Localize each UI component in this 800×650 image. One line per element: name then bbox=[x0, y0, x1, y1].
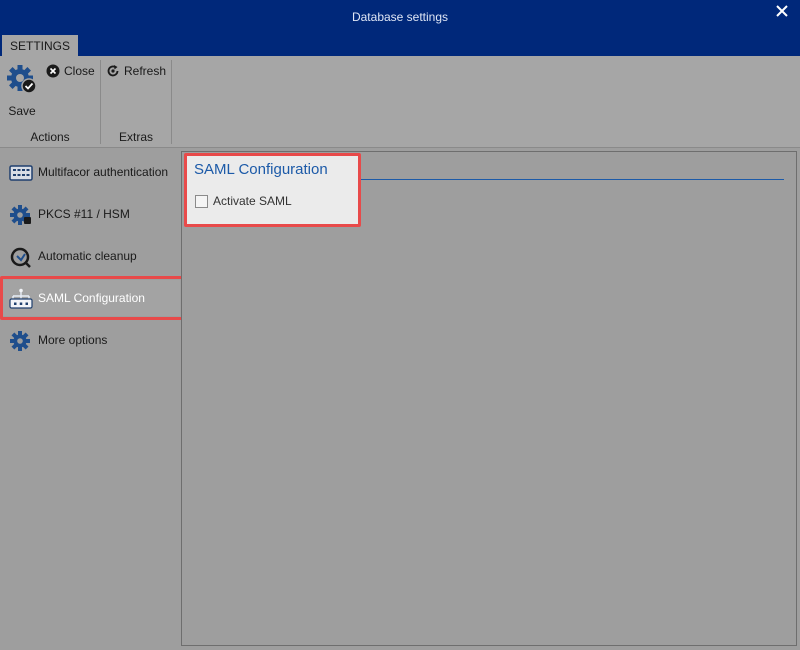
save-button[interactable]: Save bbox=[5, 62, 39, 118]
ribbon: Save Close Actions Refresh Extras bbox=[0, 56, 800, 148]
sidebar-item-label: More options bbox=[38, 333, 108, 347]
sidebar-item-multifactor-authentication[interactable]: Multifacor authentication bbox=[0, 154, 180, 190]
activate-saml-checkbox[interactable] bbox=[195, 194, 208, 208]
tab-settings[interactable]: SETTINGS bbox=[2, 35, 78, 56]
highlight-box-sidebar bbox=[0, 276, 184, 320]
sidebar-item-automatic-cleanup[interactable]: Automatic cleanup bbox=[0, 238, 180, 274]
sidebar-item-more-options[interactable]: More options bbox=[0, 322, 180, 358]
close-button[interactable]: Close bbox=[46, 62, 95, 80]
keypad-icon bbox=[9, 165, 33, 181]
close-circle-icon bbox=[46, 64, 60, 78]
gear-icon bbox=[10, 205, 31, 225]
save-button-label: Save bbox=[8, 104, 36, 118]
cleanup-icon bbox=[10, 247, 31, 268]
refresh-button[interactable]: Refresh bbox=[106, 62, 166, 80]
ribbon-group-label-actions: Actions bbox=[30, 130, 70, 144]
refresh-icon bbox=[107, 65, 119, 77]
sidebar-item-label: PKCS #11 / HSM bbox=[38, 207, 130, 221]
window-title: Database settings bbox=[351, 10, 449, 24]
ribbon-group-extras: Refresh Extras bbox=[101, 56, 171, 148]
gear-check-icon bbox=[7, 65, 37, 94]
refresh-button-label: Refresh bbox=[124, 64, 167, 78]
window-close-button[interactable] bbox=[774, 3, 790, 19]
activate-saml-label: Activate SAML bbox=[213, 194, 292, 208]
title-bar: Database settings SETTINGS bbox=[0, 0, 800, 56]
ribbon-group-label-extras: Extras bbox=[118, 130, 153, 144]
sidebar: Multifacor authentication PKCS #11 / HSM bbox=[0, 148, 180, 650]
sidebar-item-label: Automatic cleanup bbox=[38, 249, 137, 263]
gear-icon bbox=[10, 331, 30, 351]
close-icon bbox=[776, 5, 788, 17]
section-title: SAML Configuration bbox=[194, 161, 328, 178]
highlight-box-content: SAML Configuration Activate SAML bbox=[184, 153, 361, 227]
sidebar-item-label: Multifacor authentication bbox=[38, 165, 169, 179]
close-button-label: Close bbox=[64, 64, 95, 78]
ribbon-group-actions: Save Close Actions bbox=[0, 56, 100, 148]
ribbon-separator bbox=[171, 60, 172, 144]
sidebar-item-pkcs11-hsm[interactable]: PKCS #11 / HSM bbox=[0, 196, 180, 232]
activate-saml-option[interactable]: Activate SAML bbox=[195, 194, 292, 208]
